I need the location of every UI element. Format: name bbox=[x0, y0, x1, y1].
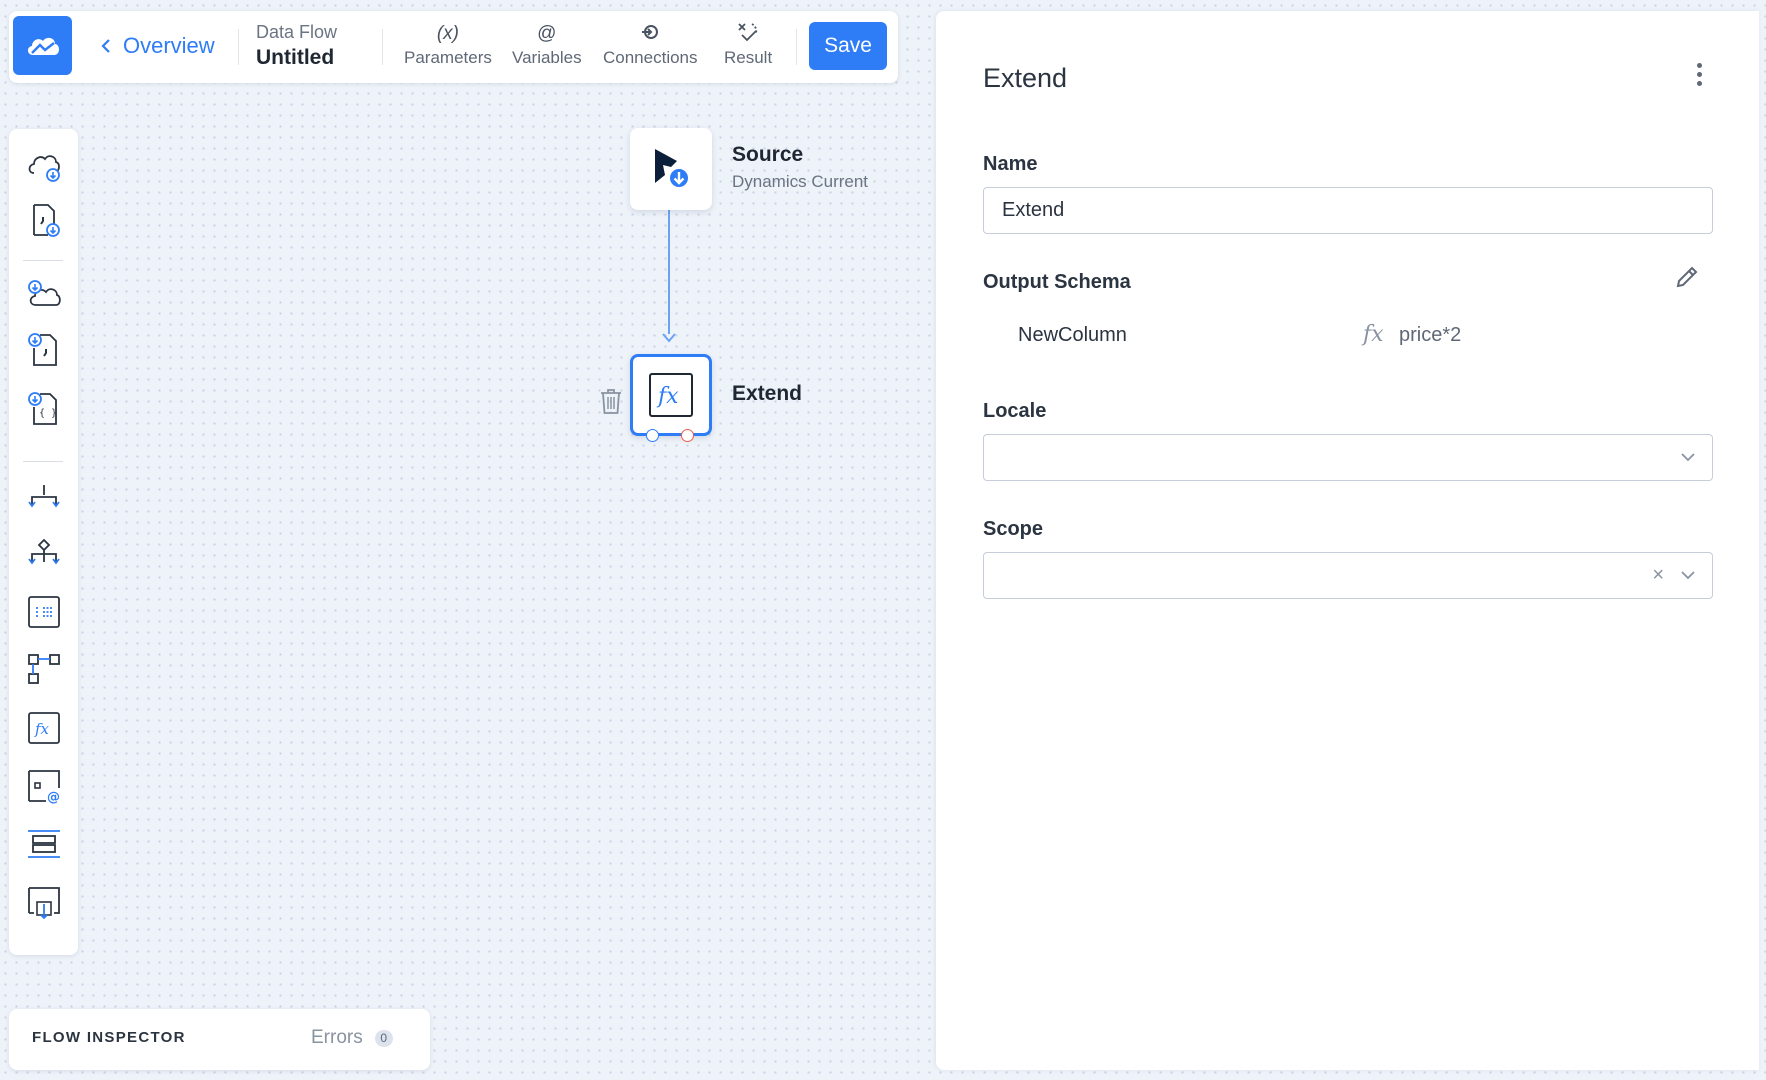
back-label: Overview bbox=[123, 33, 215, 58]
dynamics-source-icon bbox=[655, 149, 690, 189]
parameters-label: Parameters bbox=[404, 48, 492, 67]
flow-title: Data Flow Untitled bbox=[256, 20, 337, 72]
app-logo[interactable] bbox=[13, 16, 72, 75]
svg-text:@: @ bbox=[47, 790, 60, 804]
result-icon bbox=[738, 23, 758, 42]
pencil-edit-icon[interactable] bbox=[1674, 264, 1700, 290]
back-to-overview-link[interactable]: Overview bbox=[101, 33, 215, 59]
toolbar-divider bbox=[382, 29, 383, 65]
fx-expression-icon: fx bbox=[1363, 322, 1384, 347]
fx-icon: fx bbox=[649, 373, 693, 417]
svg-text:fx: fx bbox=[656, 384, 679, 409]
connections-button[interactable]: Connections bbox=[603, 21, 698, 75]
chevron-down-icon bbox=[1681, 453, 1695, 462]
source-node[interactable] bbox=[630, 128, 712, 210]
file-target-icon[interactable] bbox=[26, 332, 62, 368]
name-input[interactable] bbox=[983, 187, 1713, 234]
split-icon[interactable] bbox=[26, 479, 62, 515]
lookup-icon[interactable] bbox=[26, 651, 62, 687]
json-target-icon[interactable]: { } bbox=[26, 391, 62, 427]
toolbar-divider bbox=[238, 29, 239, 65]
parameters-icon: (x) bbox=[436, 23, 460, 44]
name-label: Name bbox=[983, 153, 1038, 175]
errors-tab[interactable]: Errors 0 bbox=[311, 1027, 393, 1049]
result-button[interactable]: Result bbox=[724, 21, 772, 75]
result-label: Result bbox=[724, 48, 773, 67]
component-palette: { } fx @ bbox=[9, 129, 78, 955]
source-node-subtitle: Dynamics Current bbox=[732, 172, 869, 191]
palette-divider bbox=[23, 461, 63, 462]
output-schema-label: Output Schema bbox=[983, 271, 1131, 293]
input-port[interactable] bbox=[646, 429, 659, 442]
variables-label: Variables bbox=[512, 48, 582, 67]
schema-row[interactable]: NewColumn fx price*2 bbox=[983, 318, 1713, 358]
schema-expression: price*2 bbox=[1399, 324, 1462, 346]
locale-select[interactable] bbox=[983, 434, 1713, 481]
extend-node[interactable]: fx bbox=[630, 354, 712, 436]
connector-arrowhead bbox=[662, 333, 676, 343]
schema-column-name: NewColumn bbox=[1018, 324, 1127, 346]
cloud-target-icon[interactable] bbox=[26, 278, 62, 314]
svg-text:{ }: { } bbox=[39, 408, 57, 419]
svg-text:fx: fx bbox=[34, 720, 50, 738]
toolbar-divider bbox=[796, 29, 797, 65]
cloud-source-icon[interactable] bbox=[26, 148, 62, 184]
source-node-title: Source bbox=[732, 143, 804, 166]
output-port[interactable] bbox=[681, 429, 694, 442]
cloud-logo-icon bbox=[27, 37, 59, 55]
properties-panel: Extend Name Output Schema NewColumn fx p… bbox=[936, 11, 1759, 1070]
scope-select[interactable]: × bbox=[983, 552, 1713, 599]
flow-name[interactable]: Untitled bbox=[256, 44, 337, 72]
scope-label: Scope bbox=[983, 518, 1044, 540]
flow-inspector-title: FLOW INSPECTOR bbox=[32, 1029, 186, 1046]
locale-label: Locale bbox=[983, 400, 1047, 422]
connections-icon bbox=[642, 25, 659, 39]
top-toolbar: Overview Data Flow Untitled (x) Paramete… bbox=[9, 11, 898, 83]
parameters-button[interactable]: (x) Parameters bbox=[404, 21, 492, 75]
more-options-icon[interactable] bbox=[1689, 58, 1709, 90]
variables-button[interactable]: @ Variables bbox=[512, 21, 582, 75]
rows-stack-icon[interactable] bbox=[26, 826, 62, 862]
node-connector-line bbox=[668, 210, 670, 334]
panel-title: Extend bbox=[983, 63, 1068, 93]
conditional-split-icon[interactable] bbox=[26, 536, 62, 572]
errors-label: Errors bbox=[311, 1027, 363, 1048]
errors-count-badge: 0 bbox=[374, 1029, 393, 1047]
extend-fx-icon[interactable]: fx bbox=[26, 710, 62, 746]
chevron-down-icon bbox=[1681, 571, 1695, 580]
trash-icon[interactable] bbox=[599, 387, 623, 415]
import-target-icon[interactable] bbox=[26, 885, 62, 921]
palette-divider bbox=[23, 260, 63, 261]
file-source-icon[interactable] bbox=[26, 202, 62, 238]
save-button[interactable]: Save bbox=[809, 22, 887, 70]
flow-inspector[interactable]: FLOW INSPECTOR Errors 0 bbox=[9, 1009, 430, 1070]
mapping-icon[interactable] bbox=[26, 594, 62, 630]
extend-node-title: Extend bbox=[732, 382, 803, 405]
variables-icon: @ bbox=[537, 23, 557, 44]
clear-icon[interactable]: × bbox=[1652, 565, 1664, 585]
flow-kind: Data Flow bbox=[256, 22, 338, 42]
connections-label: Connections bbox=[603, 48, 698, 67]
chevron-left-icon bbox=[101, 39, 110, 53]
set-variable-icon[interactable]: @ bbox=[26, 768, 62, 804]
